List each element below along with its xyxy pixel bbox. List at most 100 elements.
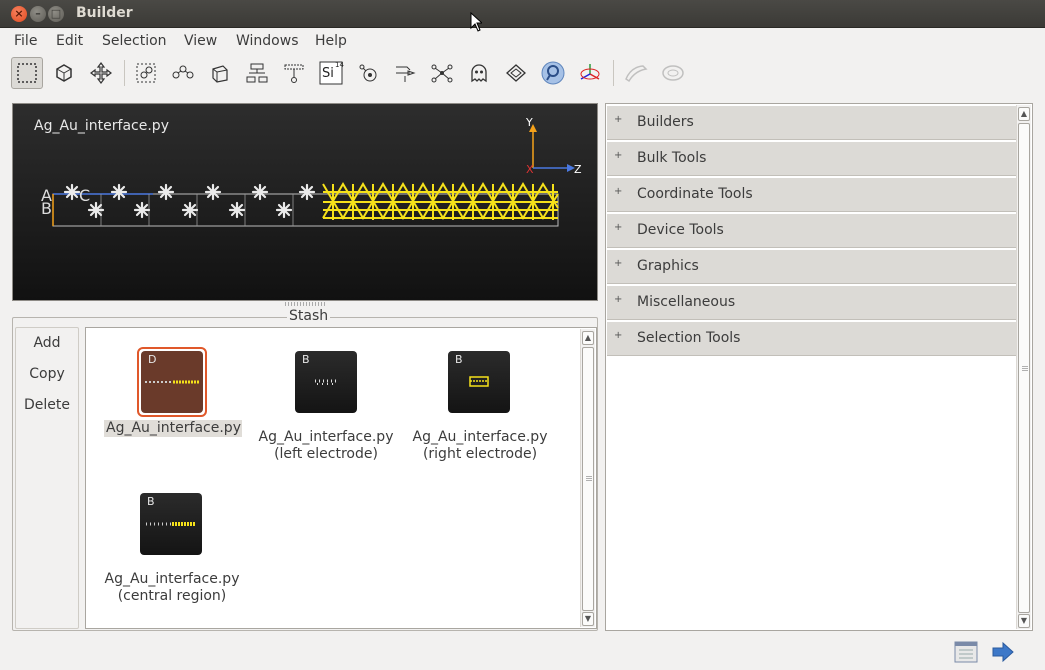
dangling-tool[interactable]	[278, 57, 310, 89]
scroll-up-arrow-icon[interactable]: ▲	[1018, 107, 1030, 121]
merge-tool[interactable]	[389, 57, 421, 89]
send-to-button[interactable]	[991, 640, 1015, 668]
structure-thumbnail-icon	[146, 522, 196, 526]
stash-item-label[interactable]: Ag_Au_interface.py	[104, 420, 242, 437]
structure-viewer[interactable]: Ag_Au_interface.py Y Z X A B C	[12, 103, 598, 301]
magnify-tool[interactable]	[537, 57, 569, 89]
structure-thumbnail-icon	[315, 379, 337, 385]
scroll-down-arrow-icon[interactable]: ▼	[1018, 614, 1030, 628]
stash-item-label[interactable]: Ag_Au_interface.py (right electrode)	[408, 429, 552, 463]
section-label: Miscellaneous	[637, 294, 736, 310]
scroll-up-arrow-icon[interactable]: ▲	[582, 331, 594, 345]
window-maximize-button[interactable]: □	[48, 6, 64, 22]
nucleus-tool[interactable]	[352, 57, 384, 89]
select-pattern-icon	[136, 63, 156, 83]
section-bulk-tools[interactable]: + Bulk Tools	[607, 142, 1017, 176]
window-titlebar: × – □ Builder	[0, 0, 1045, 32]
structure-thumbnail-icon	[145, 380, 199, 384]
bond-ring-icon	[662, 65, 684, 81]
section-label: Device Tools	[637, 222, 724, 238]
tree-tool[interactable]	[241, 57, 273, 89]
section-label: Coordinate Tools	[637, 186, 753, 202]
section-builders[interactable]: + Builders	[607, 106, 1017, 140]
axis-x-label: X	[526, 163, 534, 176]
window-minimize-button[interactable]: –	[30, 6, 46, 22]
hexagon-icon	[56, 64, 72, 82]
select-pattern-tool[interactable]	[130, 57, 162, 89]
element-tool[interactable]: Si 14	[315, 57, 347, 89]
ghost-tool[interactable]	[463, 57, 495, 89]
select-rectangle-icon	[17, 63, 37, 83]
arrow-right-icon	[992, 641, 1014, 663]
stash-item-thumbnail[interactable]: B	[448, 351, 510, 413]
delete-button[interactable]: Delete	[16, 397, 78, 413]
dangling-bonds-icon	[284, 64, 304, 83]
window-close-button[interactable]: ×	[11, 6, 27, 22]
add-button[interactable]: Add	[16, 335, 78, 351]
section-selection-tools[interactable]: + Selection Tools	[607, 322, 1017, 356]
section-graphics[interactable]: + Graphics	[607, 250, 1017, 284]
move-tool[interactable]	[85, 57, 117, 89]
eraser-icon	[506, 64, 526, 82]
chain-tool[interactable]	[167, 57, 199, 89]
expand-plus-icon: +	[614, 330, 623, 341]
move-arrows-icon	[90, 62, 112, 84]
stash-item-label-line1: Ag_Au_interface.py	[412, 429, 548, 445]
tree-icon	[246, 63, 268, 83]
expand-plus-icon: +	[614, 258, 623, 269]
menu-help[interactable]: Help	[315, 33, 347, 49]
section-coordinate-tools[interactable]: + Coordinate Tools	[607, 178, 1017, 212]
stash-buttons-panel: Add Copy Delete	[15, 327, 79, 629]
scroll-thumb[interactable]	[1018, 123, 1030, 613]
expand-plus-icon: +	[614, 222, 623, 233]
cube-tool[interactable]	[204, 57, 236, 89]
atom-nucleus-icon	[359, 64, 377, 82]
element-symbol: Si	[322, 66, 334, 81]
stash-item-label[interactable]: Ag_Au_interface.py (central region)	[100, 571, 244, 605]
magnify-icon	[541, 61, 565, 85]
section-label: Bulk Tools	[637, 150, 707, 166]
toolbar-separator	[124, 60, 125, 86]
stash-item-thumbnail[interactable]: B	[295, 351, 357, 413]
element-number: 14	[335, 61, 344, 69]
copy-button[interactable]: Copy	[16, 366, 78, 382]
network-tool[interactable]	[426, 57, 458, 89]
menu-view[interactable]: View	[184, 33, 217, 49]
menu-windows[interactable]: Windows	[236, 33, 299, 49]
scroll-down-arrow-icon[interactable]: ▼	[582, 612, 594, 626]
cell-label-b: B	[41, 199, 52, 218]
ghost-icon	[471, 64, 487, 83]
scroll-grip	[1022, 366, 1028, 371]
stash-item-label-line1: Ag_Au_interface.py	[258, 429, 394, 445]
stash-item-thumbnail[interactable]: B	[140, 493, 202, 555]
menu-selection[interactable]: Selection	[102, 33, 167, 49]
menu-file[interactable]: File	[14, 33, 37, 49]
window-title: Builder	[76, 5, 133, 21]
structure-thumbnail-icon	[469, 376, 489, 387]
structure-render: Y Z X A B C	[41, 116, 582, 227]
bond-tool[interactable]	[620, 57, 652, 89]
stash-item-thumbnail[interactable]: D	[141, 351, 203, 413]
eraser-tool[interactable]	[500, 57, 532, 89]
expand-plus-icon: +	[614, 150, 623, 161]
stash-scrollbar[interactable]: ▲ ▼	[580, 329, 595, 627]
panel-toggle-button[interactable]	[954, 640, 978, 668]
select-hexagon-tool[interactable]	[48, 57, 80, 89]
stash-item-label-line2: (left electrode)	[274, 446, 378, 462]
section-device-tools[interactable]: + Device Tools	[607, 214, 1017, 248]
stash-list[interactable]: D Ag_Au_interface.py B Ag_Au_interface.p…	[85, 327, 597, 629]
section-miscellaneous[interactable]: + Miscellaneous	[607, 286, 1017, 320]
axes-tool[interactable]	[574, 57, 606, 89]
splitter-handle[interactable]	[285, 302, 325, 306]
menu-edit[interactable]: Edit	[56, 33, 83, 49]
select-rectangle-tool[interactable]	[11, 57, 43, 89]
bond2-tool[interactable]	[657, 57, 689, 89]
arrows-merge-icon	[396, 66, 416, 82]
star-network-icon	[431, 64, 453, 83]
stash-title: Stash	[287, 308, 331, 324]
tools-scrollbar[interactable]: ▲ ▼	[1016, 105, 1031, 629]
stash-item-label[interactable]: Ag_Au_interface.py (left electrode)	[254, 429, 398, 463]
scroll-thumb[interactable]	[582, 347, 594, 611]
axis-y-label: Y	[525, 116, 533, 129]
cell-label-c: C	[79, 186, 90, 205]
